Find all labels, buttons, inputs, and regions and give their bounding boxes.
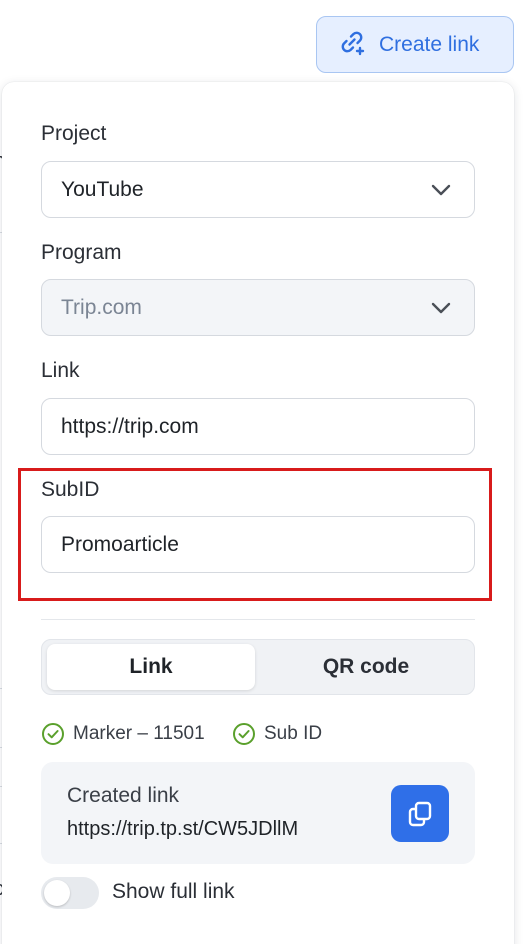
toggle-knob	[44, 880, 70, 906]
check-circle-icon	[233, 723, 255, 745]
chevron-down-icon	[431, 302, 451, 313]
link-input-field[interactable]	[61, 414, 474, 439]
created-link-box: Created link https://trip.tp.st/CW5JDllM	[41, 762, 475, 864]
program-label: Program	[41, 241, 122, 264]
project-select[interactable]: YouTube	[41, 161, 475, 218]
link-add-icon	[337, 27, 367, 63]
link-label: Link	[41, 359, 80, 382]
chevron-down-icon	[431, 184, 451, 195]
show-full-link-label: Show full link	[112, 880, 235, 903]
marker-check: Marker – 11501	[41, 722, 205, 746]
copy-link-button[interactable]	[391, 785, 449, 842]
section-divider	[41, 619, 475, 620]
created-link-url: https://trip.tp.st/CW5JDllM	[67, 818, 299, 840]
create-link-button[interactable]: Create link	[316, 16, 514, 73]
tab-link[interactable]: Link	[47, 644, 255, 690]
project-value: YouTube	[61, 177, 144, 201]
subid-check-label: Sub ID	[264, 723, 323, 744]
link-input[interactable]	[41, 398, 475, 455]
subid-highlight-box	[18, 468, 492, 601]
link-type-tabs: Link QR code	[41, 639, 475, 695]
marker-check-label: Marker – 11501	[73, 723, 205, 744]
project-label: Project	[41, 122, 107, 145]
program-select[interactable]: Trip.com	[41, 279, 475, 336]
check-circle-icon	[42, 723, 64, 745]
page: n c Create link Project YouTube Program …	[0, 0, 532, 944]
create-link-label: Create link	[379, 32, 480, 56]
show-full-link-toggle[interactable]	[41, 877, 99, 909]
program-value: Trip.com	[61, 295, 142, 319]
created-link-title: Created link	[67, 784, 180, 807]
tab-qr-code[interactable]: QR code	[262, 644, 470, 690]
copy-icon	[408, 801, 432, 826]
subid-check: Sub ID	[232, 722, 322, 746]
